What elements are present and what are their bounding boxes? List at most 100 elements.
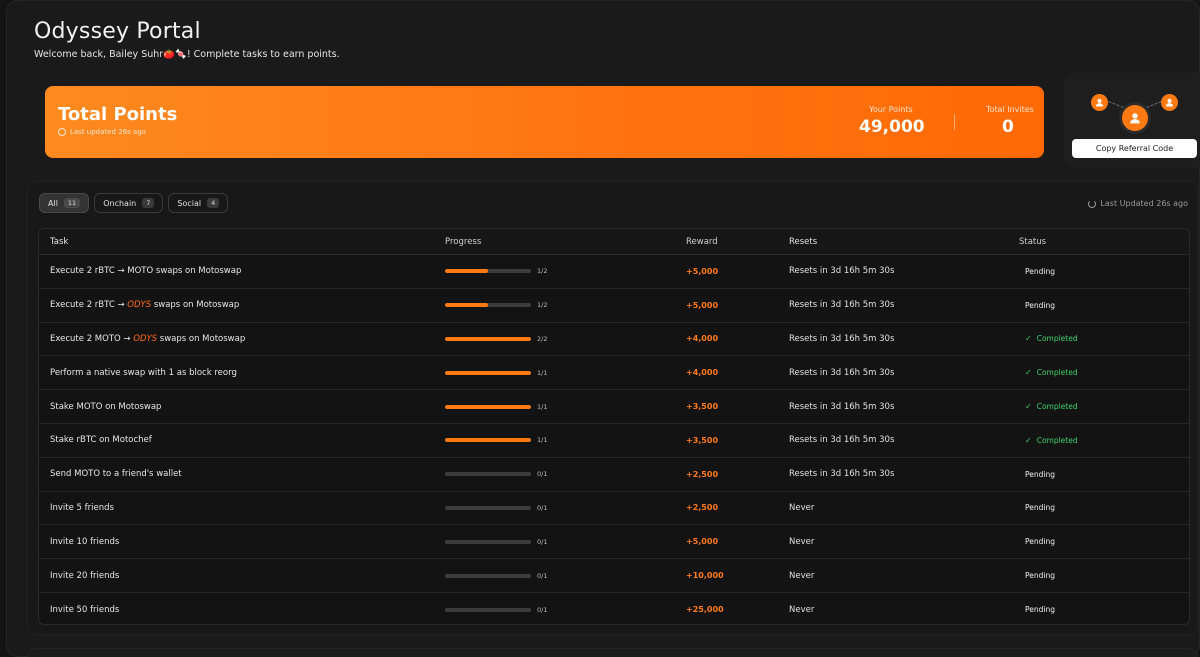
- status-text: Completed: [1036, 368, 1078, 378]
- task-resets: Resets in 3d 16h 5m 30s: [789, 333, 895, 344]
- task-token-highlight: ODYS: [133, 333, 158, 344]
- column-header-task: Task: [50, 236, 69, 247]
- filter-tab-social[interactable]: Social 4: [168, 193, 229, 213]
- filter-tab-all[interactable]: All 11: [39, 193, 90, 213]
- task-reward: +5,000: [686, 266, 719, 276]
- task-resets: Resets in 3d 16h 5m 30s: [789, 266, 895, 277]
- task-status: Pending: [1019, 267, 1189, 276]
- filter-tab-label: Onchain: [103, 198, 137, 208]
- total-invites-value: 0: [1002, 117, 1014, 137]
- task-reward: +5,000: [686, 300, 719, 310]
- task-progress: 1/2: [445, 267, 686, 275]
- progress-text: 1/2: [537, 267, 548, 276]
- task-reward: +4,000: [686, 334, 719, 344]
- progress-text: 1/2: [537, 301, 548, 310]
- task-resets: Resets in 3d 16h 5m 30s: [789, 469, 895, 480]
- task-progress: 0/1: [445, 572, 686, 580]
- task-text: Invite 5 friends: [50, 502, 114, 513]
- task-progress: 0/1: [445, 470, 686, 478]
- check-icon: ✓: [1025, 435, 1032, 445]
- table-row: Invite 5 friends 0/1 +2,500 Never Pending: [39, 492, 1189, 526]
- status-pending: Pending: [1025, 537, 1055, 547]
- task-status: ✓ Completed: [1019, 368, 1189, 377]
- task-text: Execute 2 rBTC → MOTO swaps on Motoswap: [50, 266, 242, 277]
- status-text: Completed: [1036, 435, 1078, 445]
- filter-tab-label: All: [48, 198, 58, 208]
- task-progress: 1/1: [445, 369, 686, 377]
- column-header-reward: Reward: [686, 236, 718, 247]
- last-updated: Last Updated 26s ago: [1088, 199, 1188, 208]
- task-text-suffix: swaps on Motoswap: [151, 300, 240, 311]
- task-name: Stake rBTC on Motochef: [39, 435, 445, 445]
- task-reward: +25,000: [686, 605, 724, 615]
- points-last-updated-text: Last updated 26s ago: [70, 128, 146, 136]
- task-text: Send MOTO to a friend's wallet: [50, 469, 182, 480]
- task-reward: +3,500: [686, 402, 719, 412]
- task-text: Invite 20 friends: [50, 570, 120, 581]
- filter-tab-label: Social: [177, 198, 202, 208]
- status-completed: ✓ Completed: [1025, 436, 1189, 445]
- task-name: Send MOTO to a friend's wallet: [39, 469, 445, 479]
- points-last-updated: Last updated 26s ago: [58, 128, 146, 136]
- task-resets: Resets in 3d 16h 5m 30s: [789, 435, 895, 446]
- progress-bar-fill: [445, 269, 488, 274]
- status-pending: Pending: [1025, 469, 1055, 479]
- task-status: Pending: [1019, 605, 1189, 614]
- check-icon: ✓: [1025, 334, 1032, 344]
- task-token-highlight: ODYS: [127, 300, 152, 311]
- task-reward: +3,500: [686, 435, 719, 445]
- task-name: Execute 2 rBTC → ODYS swaps on Motoswap: [39, 300, 445, 310]
- task-resets: Resets in 3d 16h 5m 30s: [789, 300, 895, 311]
- progress-bar-fill: [445, 438, 531, 443]
- table-row: Send MOTO to a friend's wallet 0/1 +2,500 R…: [39, 458, 1189, 492]
- task-name: Invite 5 friends: [39, 503, 445, 513]
- status-pending: Pending: [1025, 571, 1055, 581]
- filter-count-badge: 7: [142, 198, 155, 208]
- filter-tab-onchain[interactable]: Onchain 7: [94, 193, 164, 213]
- progress-bar: [445, 269, 531, 274]
- task-filters: All 11 Onchain 7 Social 4: [39, 193, 229, 213]
- welcome-message: Welcome back, Bailey Suhr🍅🍬! Complete ta…: [34, 49, 340, 60]
- tasks-table: Task Progress Reward Resets Status Execu…: [38, 228, 1190, 625]
- progress-bar: [445, 607, 531, 612]
- copy-referral-code-button[interactable]: Copy Referral Code: [1072, 139, 1197, 158]
- progress-bar: [445, 336, 531, 341]
- progress-bar-fill: [445, 404, 531, 409]
- task-text: Execute 2 rBTC →: [50, 300, 128, 311]
- progress-text: 0/1: [537, 605, 548, 614]
- tasks-panel: All 11 Onchain 7 Social 4 Last Updated 2…: [27, 181, 1198, 635]
- progress-text: 1/1: [537, 436, 548, 445]
- progress-bar-fill: [445, 370, 531, 375]
- check-icon: ✓: [1025, 368, 1032, 378]
- task-progress: 1/2: [445, 301, 686, 309]
- status-text: Completed: [1036, 334, 1078, 344]
- total-points-title: Total Points: [58, 104, 178, 125]
- progress-bar: [445, 472, 531, 477]
- task-reward: +2,500: [686, 469, 719, 479]
- task-name: Execute 2 MOTO → ODYS swaps on Motoswap: [39, 334, 445, 344]
- table-row: Invite 50 friends 0/1 +25,000 Never Pending: [39, 593, 1189, 624]
- next-section-panel: [27, 648, 1198, 657]
- task-resets: Never: [789, 604, 815, 615]
- task-progress: 0/1: [445, 606, 686, 614]
- task-name: Stake MOTO on Motoswap: [39, 402, 445, 412]
- table-row: Invite 10 friends 0/1 +5,000 Never Pending: [39, 525, 1189, 560]
- task-text: Perform a native swap with 1 as block re…: [50, 367, 237, 378]
- clock-icon: [58, 128, 66, 136]
- table-row: Execute 2 rBTC → MOTO swaps on Motoswap 1…: [39, 255, 1189, 289]
- progress-text: 1/1: [537, 402, 548, 411]
- referral-card: Copy Referral Code: [1064, 73, 1200, 167]
- status-pending: Pending: [1025, 300, 1055, 310]
- task-resets: Resets in 3d 16h 5m 30s: [789, 367, 895, 378]
- status-completed: ✓ Completed: [1025, 368, 1189, 377]
- task-reward: +4,000: [686, 368, 719, 378]
- task-text: Invite 10 friends: [50, 536, 120, 547]
- task-text: Stake rBTC on Motochef: [50, 435, 152, 446]
- table-row: Execute 2 MOTO → ODYS swaps on Motoswap 2…: [39, 323, 1189, 357]
- refresh-icon[interactable]: [1088, 199, 1097, 208]
- progress-bar: [445, 438, 531, 443]
- task-name: Invite 20 friends: [39, 571, 445, 581]
- table-row: Perform a native swap with 1 as block re…: [39, 356, 1189, 391]
- total-points-card: Total Points Last updated 26s ago Your P…: [45, 86, 1044, 158]
- task-reward: +2,500: [686, 503, 719, 513]
